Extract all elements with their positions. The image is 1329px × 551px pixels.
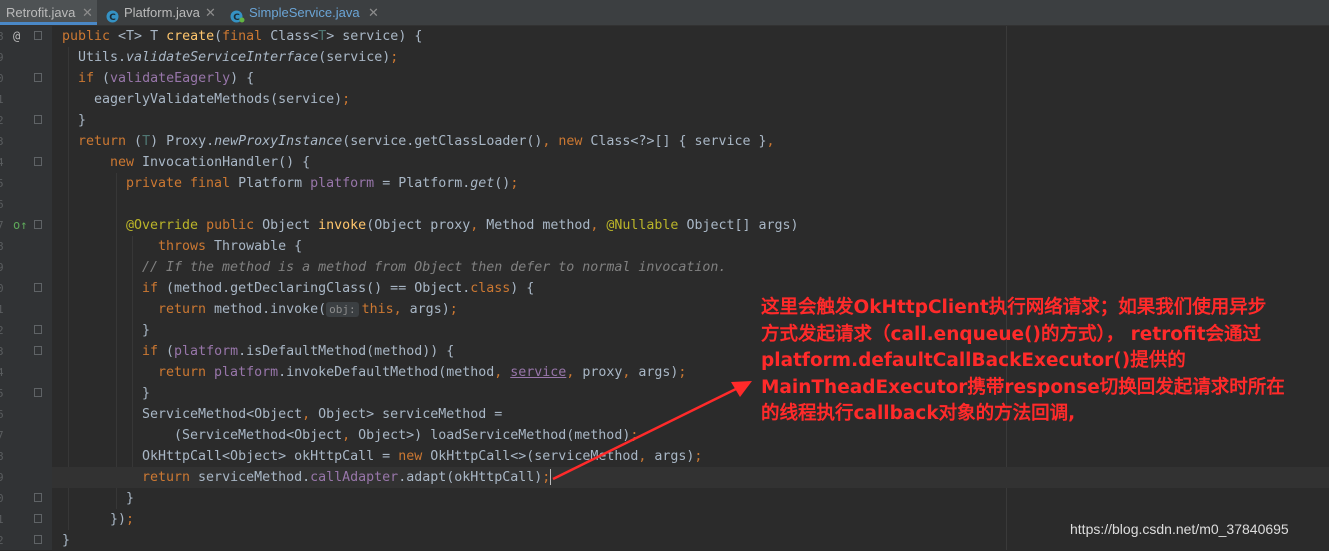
line-number: 9: [0, 471, 4, 484]
annotation-line: platform.defaultCallBackExecutor()提供的: [761, 350, 1186, 371]
line-number: 7: [0, 219, 4, 232]
code-line: if (platform.isDefaultMethod(method)) {: [142, 344, 455, 359]
line-number: 4: [0, 156, 4, 169]
line-number: 8: [0, 240, 4, 253]
tab-label: SimpleService.java: [249, 5, 360, 20]
fold-icon[interactable]: [34, 493, 42, 502]
annotation-note: 这里会触发OkHttpClient执行网络请求；如果我们使用异步 方式发起请求（…: [761, 295, 1321, 428]
code-line: OkHttpCall<Object> okHttpCall = new OkHt…: [142, 449, 703, 464]
code-line: }: [142, 323, 151, 338]
close-icon[interactable]: ✕: [368, 0, 379, 25]
fold-icon[interactable]: [34, 73, 42, 82]
parameter-hint: obj:: [326, 302, 359, 317]
annotation-line: 方式发起请求（call.enqueue()的方式）， retrofit会通过: [761, 323, 1262, 345]
line-number: 9: [0, 261, 4, 274]
code-line: ServiceMethod<Object, Object> serviceMet…: [142, 407, 503, 422]
line-number: 1: [0, 303, 4, 316]
line-number: 0: [0, 72, 4, 85]
code-line: return (T) Proxy.newProxyInstance(servic…: [78, 134, 775, 149]
code-line: private final Platform platform = Platfo…: [126, 176, 519, 191]
fold-icon[interactable]: [34, 388, 42, 397]
close-icon[interactable]: ✕: [82, 0, 93, 25]
code-line: }: [142, 386, 151, 401]
code-line: return method.invoke(obj: this, args);: [158, 302, 458, 317]
fold-icon[interactable]: [34, 115, 42, 124]
code-line: }: [78, 113, 87, 128]
text-cursor: [550, 469, 552, 485]
code-line: eagerlyValidateMethods(service);: [94, 92, 351, 107]
tab-simpleservice-java[interactable]: C SimpleService.java ✕: [226, 0, 386, 25]
line-number: 1: [0, 513, 4, 526]
svg-text:C: C: [233, 13, 240, 23]
line-number: 1: [0, 93, 4, 106]
tab-label: Platform.java: [124, 5, 200, 20]
line-number: 8: [0, 450, 4, 463]
line-number: 9: [0, 51, 4, 64]
line-number: 3: [0, 345, 4, 358]
fold-icon[interactable]: [34, 514, 42, 523]
watermark: https://blog.csdn.net/m0_37840695: [1070, 521, 1289, 537]
line-number: 2: [0, 324, 4, 337]
indent-guide: [68, 47, 69, 530]
line-number: 6: [0, 408, 4, 421]
line-number: 7: [0, 429, 4, 442]
line-number: 0: [0, 282, 4, 295]
code-line: Utils.validateServiceInterface(service);: [78, 50, 399, 65]
tab-label: Retrofit.java: [6, 5, 76, 20]
code-line-current: return serviceMethod.callAdapter.adapt(o…: [52, 467, 1329, 488]
code-line: if (validateEagerly) {: [78, 71, 255, 86]
fold-icon[interactable]: [34, 346, 42, 355]
line-number: 3: [0, 135, 4, 148]
annotation-line: MainTheadExecutor携带response切换回发起请求时所在: [761, 376, 1285, 398]
code-line: }: [62, 533, 71, 548]
fold-icon[interactable]: [34, 325, 42, 334]
tab-retrofit-java[interactable]: Retrofit.java ✕: [0, 0, 97, 25]
code-line: return platform.invokeDefaultMethod(meth…: [158, 365, 687, 380]
tab-platform-java[interactable]: C Platform.java ✕: [100, 0, 225, 25]
svg-text:C: C: [109, 13, 116, 23]
code-line: });: [110, 512, 135, 527]
fold-icon[interactable]: [34, 535, 42, 544]
fold-icon[interactable]: [34, 31, 42, 40]
code-line: if (method.getDeclaringClass() == Object…: [142, 281, 535, 296]
code-line: throws Throwable {: [158, 239, 303, 254]
close-icon[interactable]: ✕: [205, 0, 216, 25]
line-number: 6: [0, 198, 4, 211]
line-number: 4: [0, 366, 4, 379]
line-number: 0: [0, 492, 4, 505]
line-number: 2: [0, 534, 4, 547]
code-line: public <T> T create(final Class<T> servi…: [62, 29, 423, 44]
code-line: new InvocationHandler() {: [110, 155, 311, 170]
annotation-line: 这里会触发OkHttpClient执行网络请求；如果我们使用异步: [761, 297, 1267, 318]
code-line: // If the method is a method from Object…: [142, 260, 727, 275]
code-editor[interactable]: public <T> T create(final Class<T> servi…: [52, 26, 1329, 550]
editor-tab-bar: Retrofit.java ✕ C Platform.java ✕ C Simp…: [0, 0, 1329, 26]
override-marker-icon[interactable]: @: [13, 26, 20, 47]
fold-icon[interactable]: [34, 220, 42, 229]
editor-gutter: 8 @ 9 0 1 2 3 4 5 6 7 o↑ 8 9 0 1 2 3 4 5 6…: [0, 26, 64, 550]
line-number: 5: [0, 387, 4, 400]
indent-guide: [116, 173, 117, 509]
code-line: }: [126, 491, 135, 506]
line-number: 5: [0, 177, 4, 190]
code-line: (ServiceMethod<Object, Object>) loadServ…: [174, 428, 639, 443]
fold-icon[interactable]: [34, 157, 42, 166]
indent-guide: [132, 236, 133, 488]
fold-icon[interactable]: [34, 283, 42, 292]
implements-marker-icon[interactable]: o↑: [13, 215, 27, 236]
line-number: 8: [0, 30, 4, 43]
annotation-line: 的线程执行callback对象的方法回调,: [761, 403, 1076, 424]
code-line: @Override public Object invoke(Object pr…: [126, 218, 799, 233]
line-number: 2: [0, 114, 4, 127]
